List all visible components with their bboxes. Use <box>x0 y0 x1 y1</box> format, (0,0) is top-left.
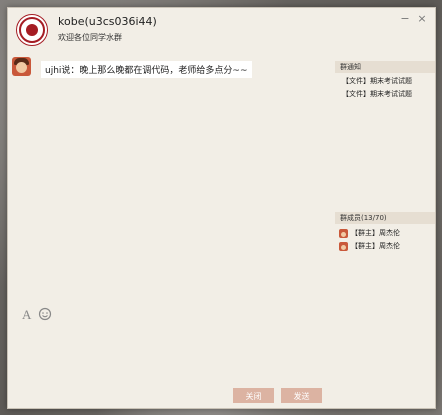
minimize-button[interactable]: − <box>398 12 412 26</box>
notice-item[interactable]: 【文件】期末考试试题 <box>342 89 412 99</box>
member-avatar-icon <box>339 229 348 238</box>
group-announcement: 欢迎各位同学水群 <box>58 33 122 42</box>
avatar-face <box>16 62 27 73</box>
sender-avatar[interactable] <box>12 57 31 76</box>
window-header: kobe(u3cs036i44) 欢迎各位同学水群 − × <box>8 8 435 52</box>
chat-message-area[interactable]: ujhi说：晚上那么晚都在调代码，老师给多点分~~ <box>8 52 334 306</box>
window-title: kobe(u3cs036i44) <box>58 15 157 28</box>
smiley-icon[interactable] <box>38 307 52 321</box>
font-A-glyph: A <box>22 307 32 321</box>
member-label: 【群主】周杰伦 <box>351 229 400 237</box>
send-button[interactable]: 发送 <box>281 388 322 403</box>
font-A-icon[interactable]: A <box>21 307 35 321</box>
group-chat-window: kobe(u3cs036i44) 欢迎各位同学水群 − × ujhi说：晚上那么… <box>7 7 436 409</box>
close-chat-button[interactable]: 关闭 <box>233 388 274 403</box>
message-bubble: ujhi说：晚上那么晚都在调代码，老师给多点分~~ <box>41 61 252 78</box>
group-sidebar: 群通知 【文件】期末考试试题 【文件】期末考试试题 群成员(13/70) 【群主… <box>335 52 435 408</box>
member-avatar-icon <box>339 242 348 251</box>
input-toolbar: A <box>21 307 61 323</box>
group-avatar-logo[interactable] <box>16 14 48 46</box>
logo-core <box>26 24 38 36</box>
close-button[interactable]: × <box>415 12 429 26</box>
notice-item[interactable]: 【文件】期末考试试题 <box>342 76 412 86</box>
notice-header: 群通知 <box>335 61 435 73</box>
member-label: 【群主】周杰伦 <box>351 242 400 250</box>
members-header: 群成员(13/70) <box>335 212 435 224</box>
